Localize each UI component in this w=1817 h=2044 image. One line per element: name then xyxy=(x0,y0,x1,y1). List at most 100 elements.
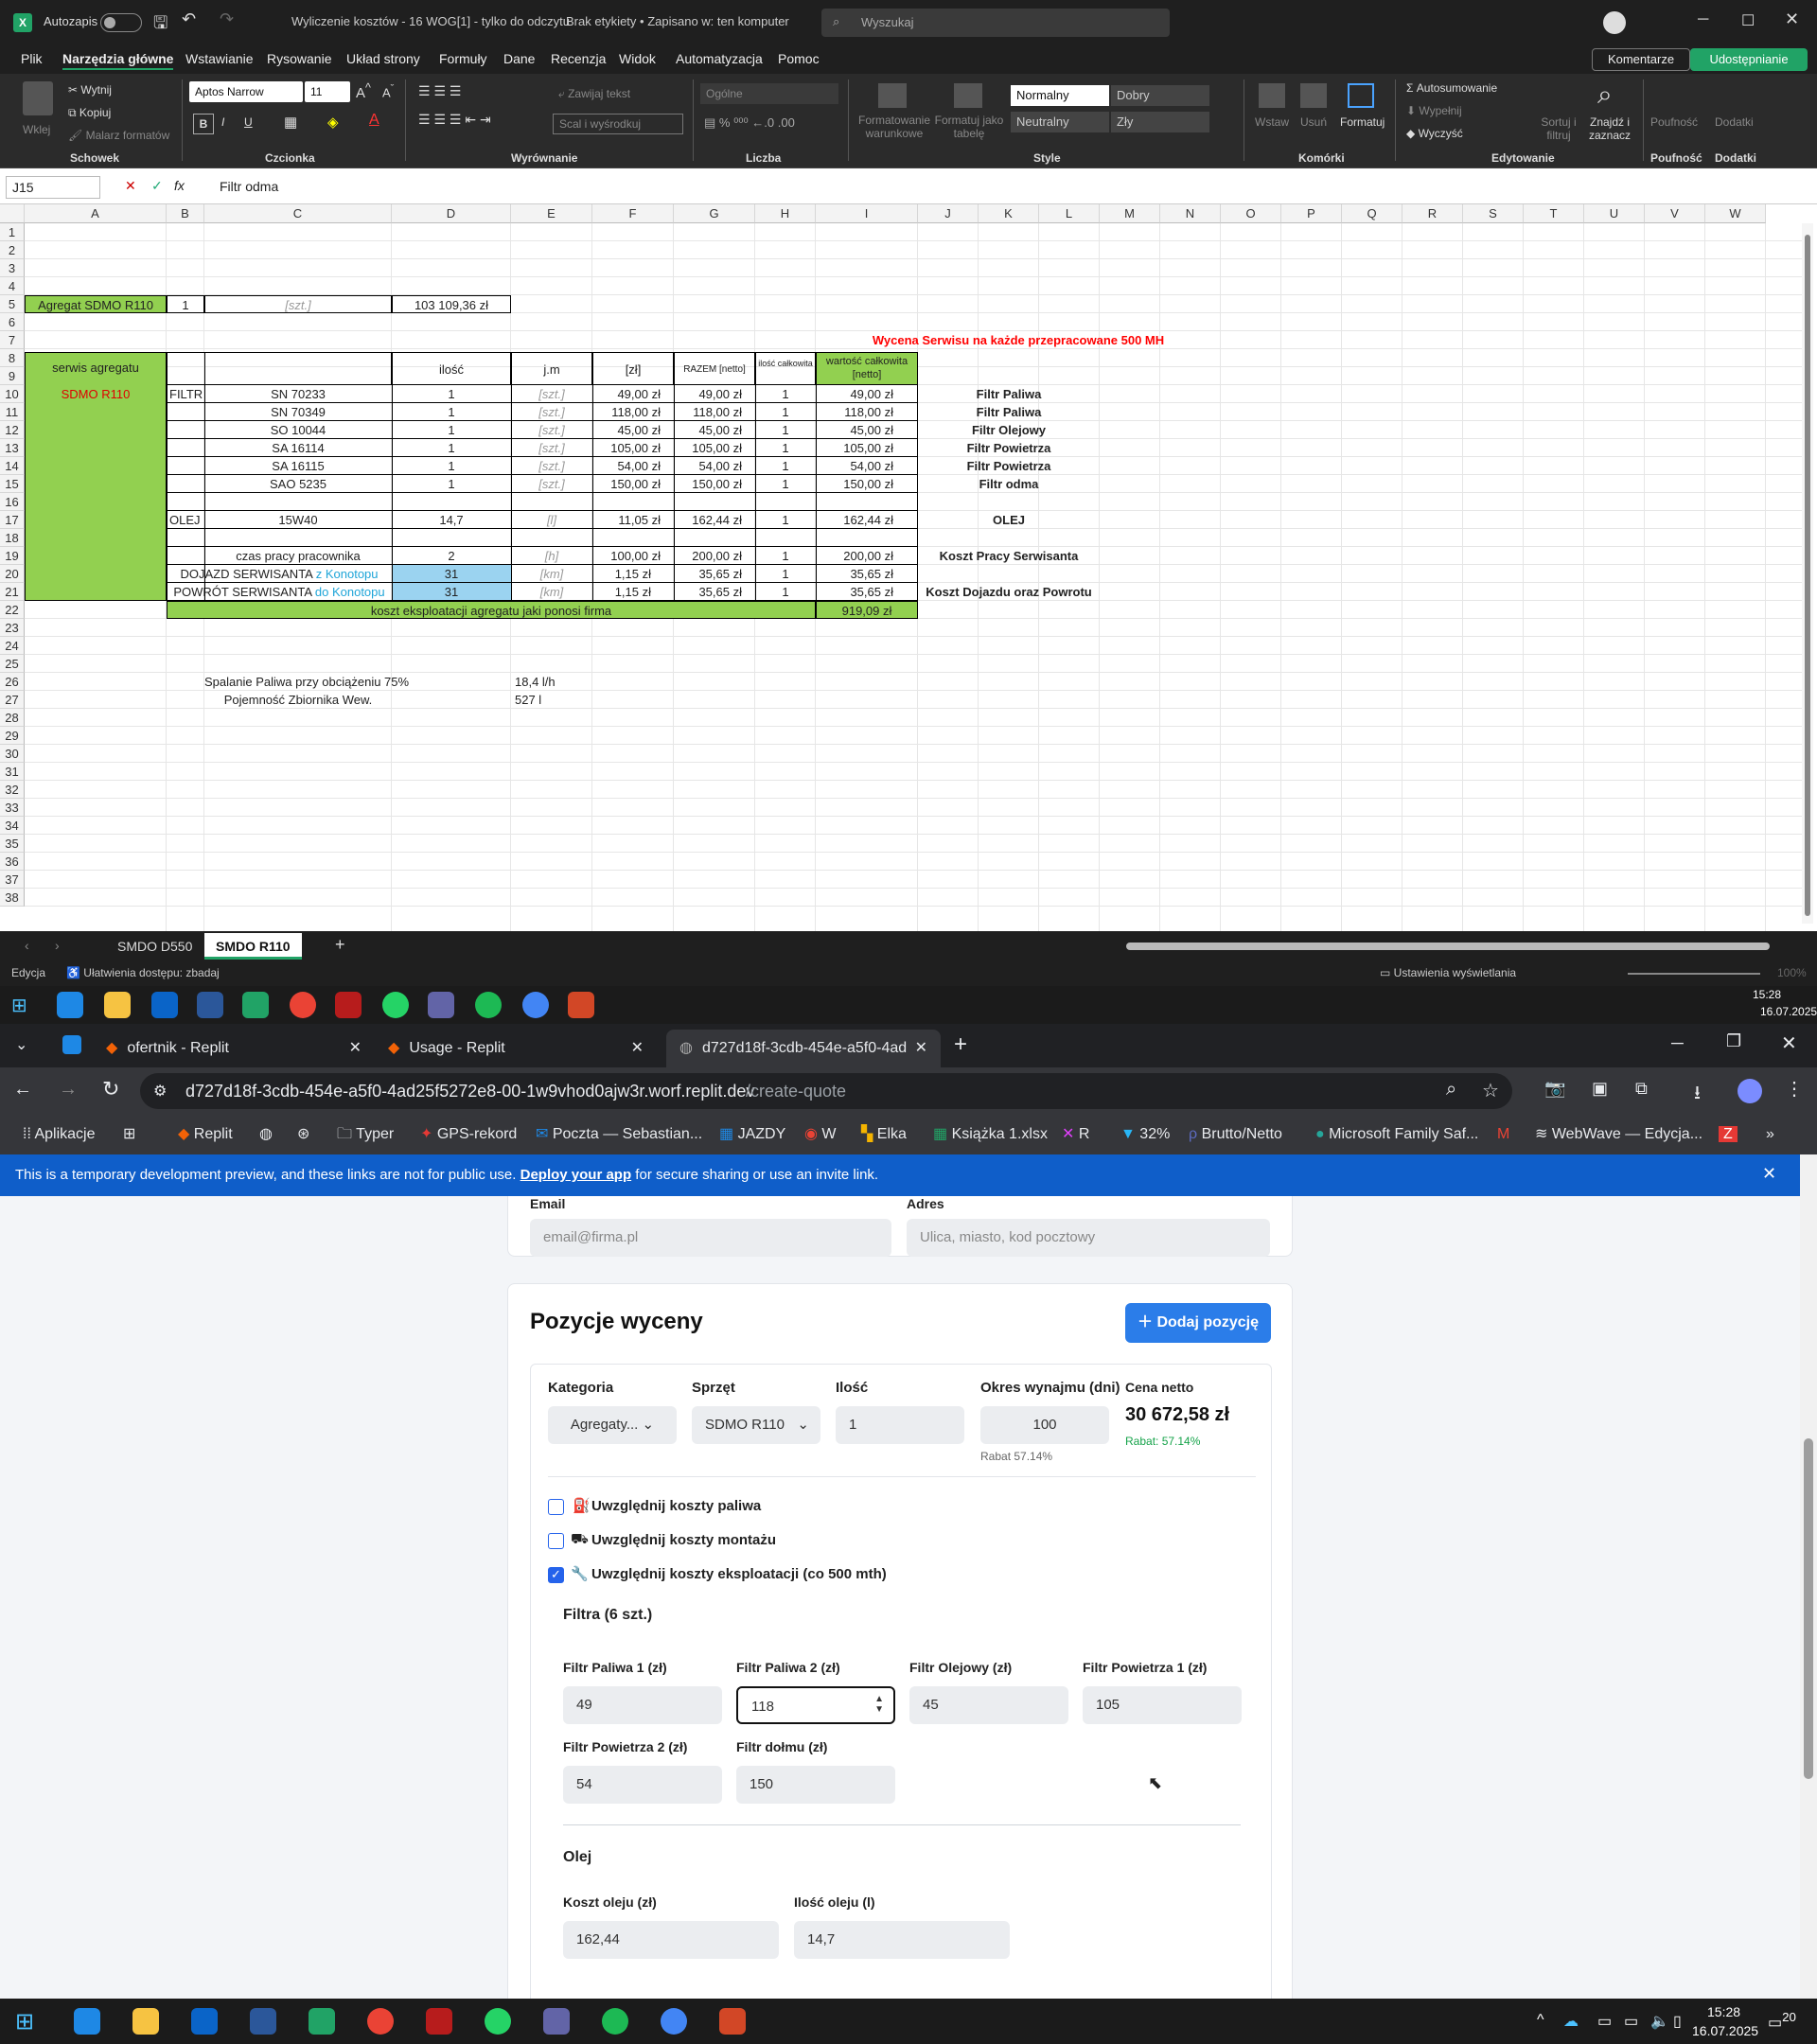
row-header[interactable]: 26 xyxy=(0,673,25,691)
display-icon[interactable]: ▭ xyxy=(1624,2012,1638,2031)
sheet-tab-r110[interactable]: SMDO R110 xyxy=(204,933,302,960)
row-header[interactable]: 29 xyxy=(0,727,25,745)
style-normal[interactable]: Normalny xyxy=(1011,85,1109,106)
row-header[interactable]: 35 xyxy=(0,835,25,853)
row-header[interactable]: 15 xyxy=(0,475,25,493)
column-header[interactable]: W xyxy=(1705,204,1766,223)
tab-automate[interactable]: Automatyzacja xyxy=(676,51,763,66)
row-header[interactable]: 25 xyxy=(0,655,25,673)
tab-home[interactable]: Narzędzia główne xyxy=(62,51,174,70)
enter-icon[interactable]: ✓ xyxy=(151,178,163,194)
fx-icon[interactable]: fx xyxy=(174,178,185,193)
edge-icon[interactable] xyxy=(74,2008,100,2035)
accessibility-status[interactable]: ♿ Ułatwienia dostępu: zbadaj xyxy=(66,966,220,979)
style-neutral[interactable]: Neutralny xyxy=(1011,112,1109,132)
excel-icon[interactable] xyxy=(242,992,269,1018)
column-header[interactable]: D xyxy=(392,204,511,223)
format-table-button[interactable]: Formatuj jako tabelę xyxy=(931,114,1007,140)
column-header[interactable]: V xyxy=(1645,204,1705,223)
deploy-link[interactable]: Deploy your app xyxy=(520,1167,632,1183)
bookmark-star-icon[interactable]: ☆ xyxy=(1482,1079,1499,1102)
bookmark-brutto[interactable]: ρ Brutto/Netto xyxy=(1189,1115,1282,1154)
tab-page-layout[interactable]: Układ strony xyxy=(346,51,420,66)
row-header[interactable]: 28 xyxy=(0,709,25,727)
row-header[interactable]: 16 xyxy=(0,493,25,511)
close-icon[interactable]: ✕ xyxy=(1785,9,1799,29)
tab-help[interactable]: Pomoc xyxy=(778,51,820,66)
label-status[interactable]: Brak etykiety • Zapisano w: ten komputer xyxy=(566,14,789,28)
tab-data[interactable]: Dane xyxy=(503,51,535,66)
grid-icon[interactable]: ⊞ xyxy=(123,1115,135,1154)
row-header[interactable]: 14 xyxy=(0,457,25,475)
row-header[interactable]: 7 xyxy=(0,331,25,349)
reload-icon[interactable]: ↻ xyxy=(102,1077,119,1101)
row-header[interactable]: 31 xyxy=(0,763,25,781)
explorer-icon[interactable] xyxy=(104,992,131,1018)
autosum-button[interactable]: Σ Autosumowanie xyxy=(1406,81,1497,95)
row-header[interactable]: 38 xyxy=(0,889,25,907)
explorer-icon[interactable] xyxy=(132,2008,159,2035)
share-button[interactable]: Udostępnianie xyxy=(1690,48,1808,71)
column-header[interactable]: O xyxy=(1221,204,1281,223)
column-header[interactable]: F xyxy=(592,204,674,223)
add-item-button[interactable]: ＋ Dodaj pozycję xyxy=(1125,1303,1271,1343)
more-bookmarks-icon[interactable]: » xyxy=(1766,1115,1774,1154)
autosave-toggle[interactable] xyxy=(100,13,142,32)
page-scrollbar[interactable] xyxy=(1800,1154,1817,1999)
row-header[interactable]: 37 xyxy=(0,871,25,889)
column-header[interactable]: E xyxy=(511,204,592,223)
column-header[interactable]: R xyxy=(1402,204,1463,223)
tab-close-icon[interactable]: ✕ xyxy=(915,1030,927,1067)
excel-icon[interactable] xyxy=(309,2008,335,2035)
new-tab-icon[interactable]: + xyxy=(954,1031,967,1058)
oil-filter-input[interactable]: 45 xyxy=(909,1686,1068,1724)
bookmark-typer[interactable]: 🗀 Typer xyxy=(337,1115,394,1154)
paste-button[interactable]: Wklej xyxy=(23,123,50,136)
display-settings[interactable]: ▭ Ustawienia wyświetlania xyxy=(1380,966,1516,979)
style-bad[interactable]: Zły xyxy=(1111,112,1209,132)
sensitivity-button[interactable]: Poufność xyxy=(1650,115,1698,129)
outlook-icon[interactable] xyxy=(151,992,178,1018)
column-header[interactable]: G xyxy=(674,204,755,223)
powerpoint-icon[interactable] xyxy=(719,2008,746,2035)
scroll-thumb[interactable] xyxy=(1805,235,1810,916)
powerpoint-icon[interactable] xyxy=(568,992,594,1018)
openai-icon[interactable]: ⊛ xyxy=(297,1115,309,1154)
minimize-icon[interactable]: ─ xyxy=(1698,11,1708,28)
wrap-text-button[interactable]: ⤶ Zawijaj tekst xyxy=(558,87,630,101)
profile-avatar[interactable] xyxy=(1738,1079,1762,1103)
bookmark-family[interactable]: ● Microsoft Family Saf... xyxy=(1315,1115,1478,1154)
formula-input[interactable]: Filtr odma xyxy=(220,179,278,194)
clear-button[interactable]: ◆ Wyczyść xyxy=(1406,127,1463,140)
row-header[interactable]: 33 xyxy=(0,799,25,817)
row-header[interactable]: 17 xyxy=(0,511,25,529)
column-header[interactable]: J xyxy=(918,204,979,223)
network-icon[interactable]: ▭ xyxy=(1597,2012,1612,2031)
tab-close-icon[interactable]: ✕ xyxy=(631,1030,644,1067)
browser-tab-usage[interactable]: ◆ Usage - Replit ✕ xyxy=(388,1030,657,1067)
bookmark-poczta[interactable]: ✉ Poczta — Sebastian... xyxy=(536,1115,702,1154)
fuel-costs-checkbox[interactable] xyxy=(548,1499,564,1515)
row-header[interactable]: 27 xyxy=(0,691,25,709)
chrome-icon-2[interactable] xyxy=(522,992,549,1018)
row-header[interactable]: 11 xyxy=(0,403,25,421)
conditional-format-button[interactable]: Formatowanie warunkowe xyxy=(854,114,935,140)
tab-close-icon[interactable]: ✕ xyxy=(349,1030,362,1067)
whatsapp-icon[interactable] xyxy=(382,992,409,1018)
italic-button[interactable]: I xyxy=(221,115,224,129)
tab-insert[interactable]: Wstawianie xyxy=(185,51,254,66)
bold-button[interactable]: B xyxy=(193,114,214,134)
forward-icon[interactable]: → xyxy=(59,1079,78,1101)
cast-icon[interactable]: ▣ xyxy=(1592,1079,1608,1099)
row-header[interactable]: 24 xyxy=(0,637,25,655)
z-icon[interactable]: Z xyxy=(1719,1115,1738,1154)
font-name-select[interactable]: Aptos Narrow xyxy=(189,81,303,102)
search-box[interactable]: ⌕ Wyszukaj xyxy=(821,9,1170,37)
tab-review[interactable]: Recenzja xyxy=(551,51,606,66)
bookmark-jazdy[interactable]: ▦ JAZDY xyxy=(719,1115,785,1154)
column-header[interactable]: P xyxy=(1281,204,1342,223)
copy-button[interactable]: ⧉ Kopiuj xyxy=(68,106,111,120)
back-icon[interactable]: ← xyxy=(13,1079,32,1101)
row-header[interactable]: 20 xyxy=(0,565,25,583)
conditional-format-icon[interactable] xyxy=(878,83,907,108)
